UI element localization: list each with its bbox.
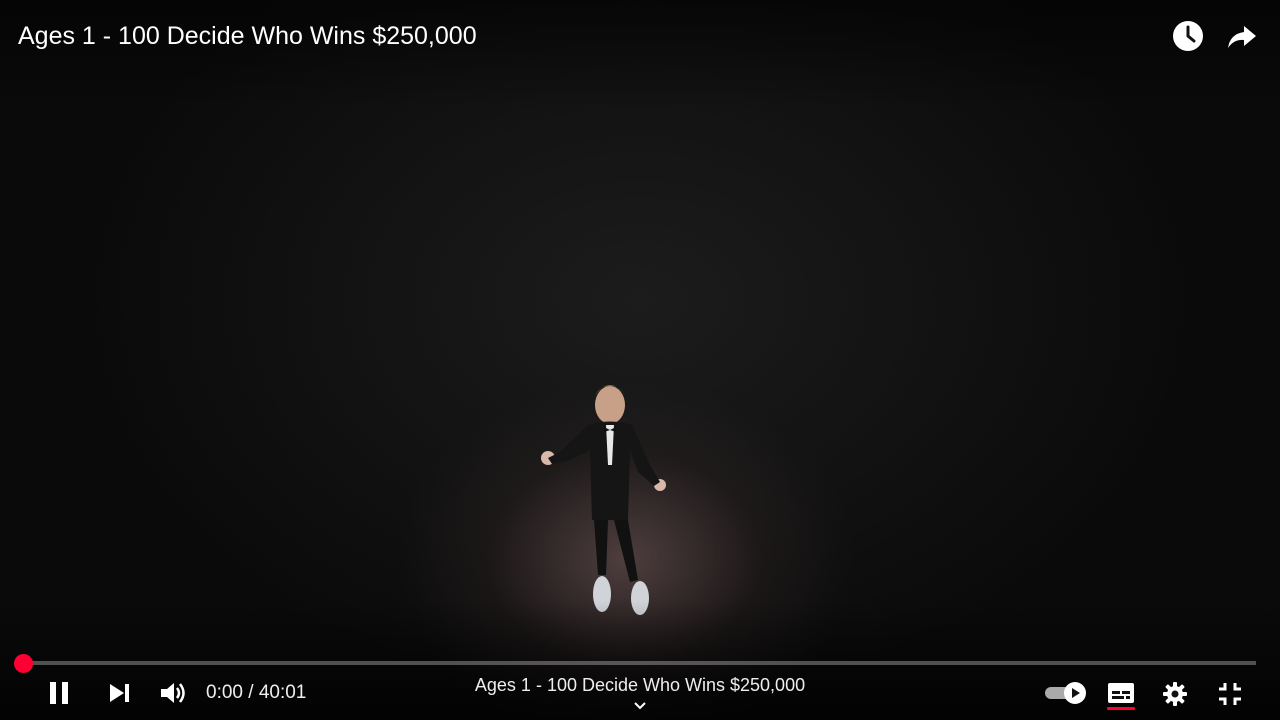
top-overlay — [0, 0, 1280, 110]
next-icon[interactable] — [106, 680, 134, 706]
time-display: 0:00 / 40:01 — [206, 681, 306, 705]
current-time: 0:00 — [206, 682, 243, 703]
progress-bar[interactable] — [24, 661, 1256, 665]
volume-icon[interactable] — [158, 679, 188, 707]
presenter-figure — [541, 385, 666, 615]
video-title[interactable]: Ages 1 - 100 Decide Who Wins $250,000 — [18, 20, 477, 52]
subtitles-icon[interactable] — [1107, 682, 1135, 704]
duration: 40:01 — [258, 682, 307, 703]
exit-fullscreen-icon[interactable] — [1216, 680, 1244, 708]
pause-icon[interactable] — [44, 678, 74, 708]
autoplay-toggle[interactable] — [1044, 680, 1090, 706]
share-arrow-icon[interactable] — [1224, 18, 1260, 54]
chapter-title[interactable]: Ages 1 - 100 Decide Who Wins $250,000 — [440, 674, 840, 696]
chevron-down-icon[interactable] — [632, 700, 648, 712]
time-separator: / — [242, 682, 259, 703]
progress-scrubber[interactable] — [14, 654, 33, 673]
clock-icon[interactable] — [1170, 18, 1206, 54]
settings-gear-icon[interactable] — [1161, 680, 1189, 708]
subtitles-active-indicator — [1107, 707, 1135, 710]
